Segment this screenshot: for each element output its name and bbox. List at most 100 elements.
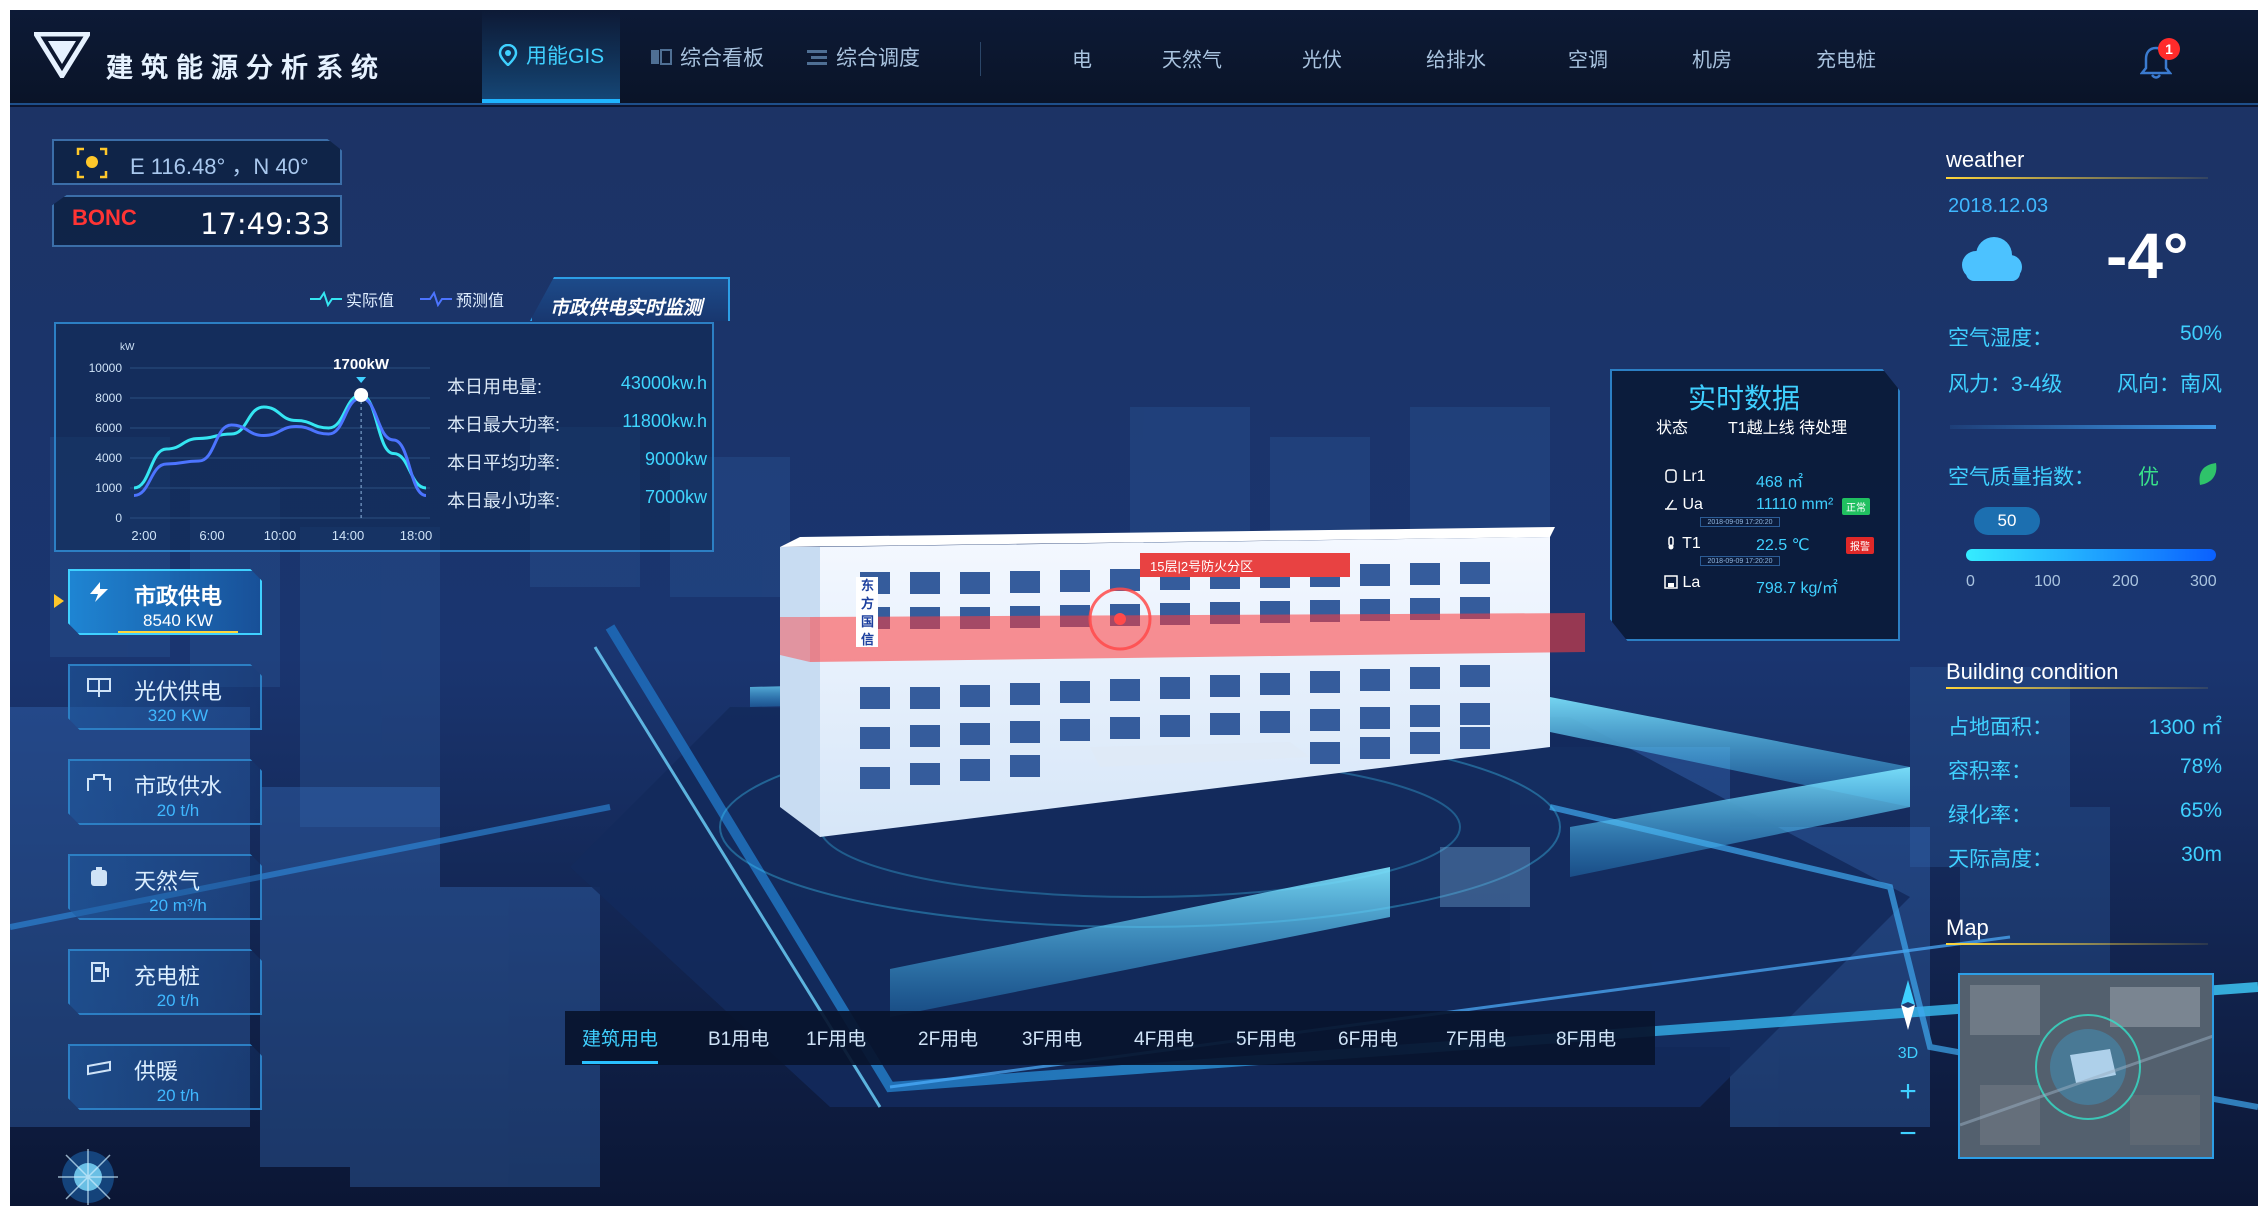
weather-bar — [1950, 425, 2216, 429]
floor-tab-3f[interactable]: 3F用电 — [1022, 1024, 1082, 1051]
rt-timestamp: 2018-09-09 17:20:20 — [1700, 556, 1780, 566]
tab-gis[interactable]: 用能GIS — [482, 10, 621, 103]
nav-charging-pile[interactable]: 充电桩 — [1816, 44, 1876, 73]
lp-label: 充电桩 — [134, 964, 201, 989]
lp-municipal-water[interactable]: 市政供水 20 t/h — [68, 759, 262, 825]
lp-label: 市政供水 — [134, 774, 223, 799]
floor-tab-building[interactable]: 建筑用电 — [582, 1024, 659, 1064]
aqi-tick: 300 — [2190, 573, 2217, 590]
stat-label: 本日最大功率: — [447, 415, 561, 435]
bc-row-height: 天际高度： 30m — [1948, 843, 2222, 873]
lp-label: 市政供电 — [134, 584, 223, 609]
floor-tab-4f[interactable]: 4F用电 — [1134, 1024, 1194, 1051]
minimap-image — [1960, 975, 2212, 1157]
dashboard-icon — [651, 48, 672, 65]
bc-label: 容积率： — [1948, 760, 2032, 783]
save-icon — [1664, 575, 1678, 589]
aqi-tick: 100 — [2034, 573, 2061, 590]
floor-tab-b1[interactable]: B1用电 — [708, 1024, 769, 1051]
building-sign: 东方国信 — [861, 578, 875, 647]
y-tick-label: 10000 — [89, 361, 123, 375]
tab-dashboard[interactable]: 综合看板 — [650, 10, 764, 103]
floor-tab-5f[interactable]: 5F用电 — [1236, 1024, 1296, 1051]
stat-label: 本日平均功率: — [447, 453, 561, 473]
logo-icon — [34, 32, 90, 78]
nav-natural-gas[interactable]: 天然气 — [1162, 44, 1222, 73]
minimap[interactable] — [1958, 973, 2214, 1159]
cylinder-icon — [1665, 469, 1677, 483]
bc-label: 占地面积： — [1948, 716, 2053, 739]
nav-water[interactable]: 给排水 — [1426, 44, 1486, 73]
stat-value: 11800kw.h — [622, 411, 707, 431]
floor-tab-6f[interactable]: 6F用电 — [1338, 1024, 1398, 1051]
nav-divider — [980, 42, 981, 76]
compass-icon[interactable] — [1898, 980, 1918, 1030]
floor-tab-2f[interactable]: 2F用电 — [918, 1024, 978, 1051]
y-tick-label: 1000 — [95, 481, 122, 495]
alarm-tag: 报警 — [1846, 537, 1874, 554]
lp-label: 供暖 — [134, 1059, 179, 1084]
y-tick-label: 4000 — [95, 451, 122, 465]
bc-row-plot-ratio: 容积率： 78% — [1948, 755, 2222, 785]
clock: 17:49:33 — [200, 207, 331, 241]
legend-actual: 实际值 — [310, 287, 394, 311]
water-icon — [87, 774, 111, 791]
zoom-in-button[interactable]: + — [1896, 1075, 1920, 1109]
lp-natural-gas[interactable]: 天然气 20 m³/h — [68, 854, 262, 920]
leaf-icon — [2199, 463, 2217, 485]
floor-tab-8f[interactable]: 8F用电 — [1556, 1024, 1616, 1051]
humidity-value: 50% — [2179, 322, 2222, 345]
nav-machine-room[interactable]: 机房 — [1692, 44, 1732, 73]
zoom-out-button[interactable]: − — [1896, 1117, 1920, 1151]
energy-orb-icon — [58, 1149, 118, 1205]
y-tick-label: 8000 — [95, 391, 122, 405]
rt-name: La — [1682, 574, 1701, 591]
lp-value: 20 t/h — [156, 801, 200, 820]
bc-label: 天际高度： — [1948, 848, 2053, 871]
status-label: 状态 — [1656, 420, 1689, 437]
map-pin-icon — [498, 43, 518, 66]
lp-charging-pile[interactable]: 充电桩 20 t/h — [68, 949, 262, 1015]
wind-direction: 风向：南风 — [2117, 373, 2222, 396]
lp-heating[interactable]: 供暖 20 t/h — [68, 1044, 262, 1110]
aqi-scale-bar — [1966, 549, 2216, 561]
lightning-icon — [90, 582, 108, 602]
lp-municipal-power[interactable]: 市政供电 8540 KW — [68, 569, 262, 635]
active-arrow-icon — [54, 594, 64, 608]
rt-name: Ua — [1682, 496, 1703, 513]
notification-badge: 1 — [2158, 38, 2180, 60]
bc-value: 78% — [2179, 755, 2222, 778]
legend-actual-icon — [310, 291, 342, 307]
rt-value: 798.7 kg/㎡ — [1756, 580, 1838, 597]
stat-value: 9000kw — [644, 449, 707, 469]
y-unit-label: kW — [120, 342, 135, 353]
view-3d-button[interactable]: 3D — [1896, 1045, 1920, 1063]
building-condition-title: Building condition — [1946, 659, 2119, 684]
lp-solar-power[interactable]: 光伏供电 320 KW — [68, 664, 262, 730]
tab-dashboard-label: 综合看板 — [680, 46, 764, 70]
bc-value: 1300 ㎡ — [2148, 716, 2222, 739]
x-tick-label: 10:00 — [264, 528, 297, 543]
map-scene[interactable]: 东方国信 15层|2号防火分区 E 116.48° ，N 40° BONC 17… — [10, 107, 2258, 1206]
floor-tab-7f[interactable]: 7F用电 — [1446, 1024, 1506, 1051]
legend-predict-icon — [420, 291, 452, 307]
floor-tab-1f[interactable]: 1F用电 — [806, 1024, 866, 1051]
stat-avg-power: 本日平均功率: 9000kw — [447, 449, 707, 475]
tab-dispatch[interactable]: 综合调度 — [806, 10, 920, 103]
gauge-icon — [1665, 499, 1677, 510]
heating-icon — [87, 1060, 111, 1076]
lp-value: 20 m³/h — [149, 896, 207, 915]
normal-tag: 正常 — [1842, 498, 1870, 515]
nav-photovoltaic[interactable]: 光伏 — [1302, 44, 1342, 73]
nav-electricity[interactable]: 电 — [1072, 44, 1092, 73]
temperature: -4° — [2106, 220, 2189, 292]
y-tick-label: 0 — [115, 511, 122, 525]
tab-gis-label: 用能GIS — [526, 44, 605, 68]
bc-value: 65% — [2179, 799, 2222, 822]
stat-label: 本日最小功率: — [447, 491, 561, 511]
x-tick-label: 6:00 — [199, 528, 224, 543]
bc-row-green-ratio: 绿化率： 65% — [1948, 799, 2222, 829]
fire-zone-alert[interactable]: 15层|2号防火分区 — [1150, 556, 1253, 575]
wind-force: 风力：3-4级 — [1948, 373, 2063, 396]
nav-air-conditioning[interactable]: 空调 — [1568, 44, 1608, 73]
